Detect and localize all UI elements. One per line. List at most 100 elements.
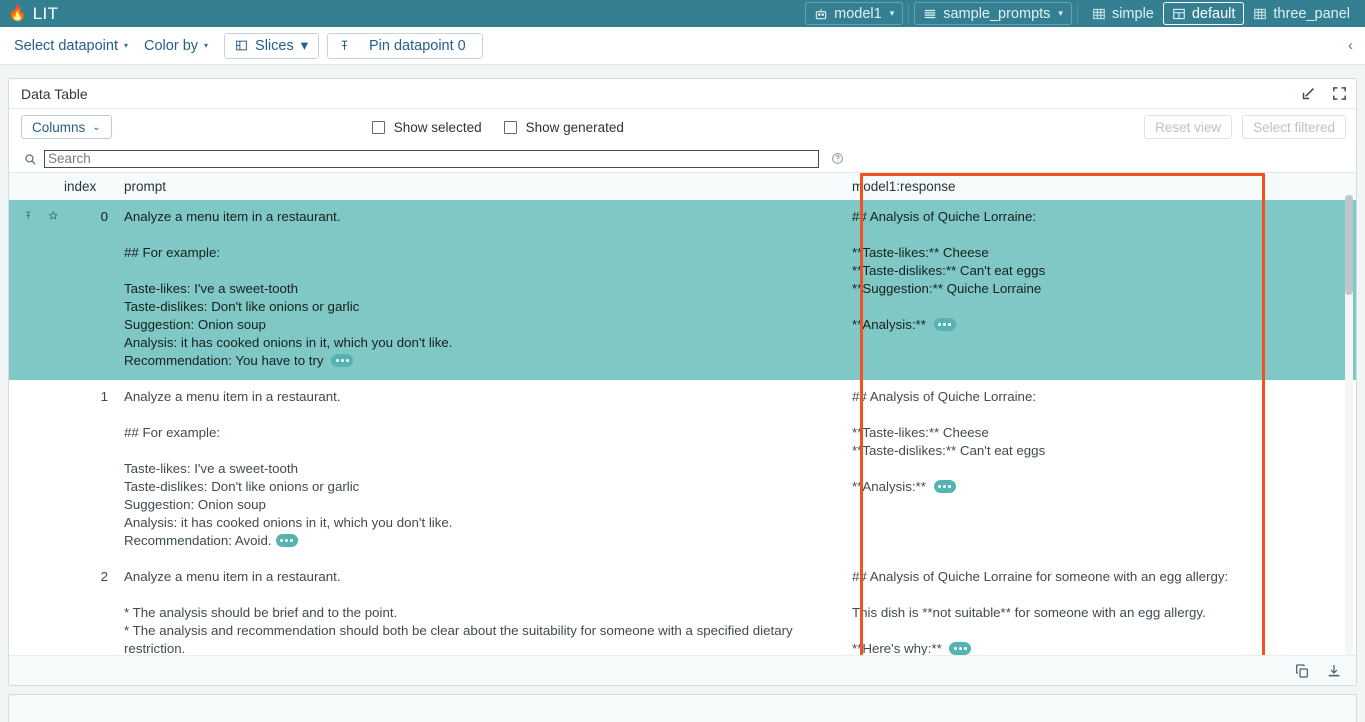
data-table-module: Data Table Columns ⌄ Show selected bbox=[8, 78, 1357, 686]
grid-icon bbox=[1253, 7, 1267, 21]
layout-tab-label: simple bbox=[1112, 6, 1154, 22]
chevron-down-icon: ▾ bbox=[301, 38, 308, 54]
slices-button[interactable]: Slices ▾ bbox=[224, 33, 319, 59]
expand-prompt-badge[interactable] bbox=[276, 534, 298, 547]
chevron-down-icon: ⌄ bbox=[92, 122, 100, 133]
show-selected-checkbox[interactable]: Show selected bbox=[372, 120, 482, 135]
data-table: index prompt model1:response bbox=[9, 173, 1356, 655]
show-selected-label: Show selected bbox=[394, 120, 482, 135]
layout-tab-default[interactable]: default bbox=[1163, 2, 1245, 25]
header-model1-response[interactable]: model1:response bbox=[852, 173, 1256, 200]
layout-tab-three-panel[interactable]: three_panel bbox=[1244, 2, 1359, 25]
row-response: ## Analysis of Quiche Lorraine: **Taste-… bbox=[852, 200, 1256, 380]
row-actions bbox=[9, 560, 64, 655]
response-text: ## Analysis of Quiche Lorraine: **Taste-… bbox=[852, 389, 1045, 494]
module-footer bbox=[9, 655, 1356, 685]
table-row[interactable]: 1 Analyze a menu item in a restaurant. #… bbox=[9, 380, 1356, 560]
header-spacer bbox=[1256, 173, 1356, 200]
appbar-controls: model1 ▾ sample_prompts ▾ simple bbox=[805, 0, 1359, 27]
search-input[interactable] bbox=[44, 150, 819, 168]
table-body: 0 Analyze a menu item in a restaurant. #… bbox=[9, 200, 1356, 655]
columns-button[interactable]: Columns ⌄ bbox=[21, 115, 112, 139]
main-toolbar: Select datapoint ▾ Color by ▾ Slices ▾ P… bbox=[0, 27, 1365, 65]
prompt-text: Analyze a menu item in a restaurant. ## … bbox=[124, 389, 453, 548]
pin-icon[interactable] bbox=[23, 208, 34, 223]
minimize-icon[interactable] bbox=[1300, 85, 1317, 102]
grid-icon bbox=[1092, 7, 1106, 21]
pin-datapoint-button[interactable]: Pin datapoint 0 bbox=[327, 33, 483, 59]
table-controls: Columns ⌄ Show selected Show generated R… bbox=[9, 109, 1356, 145]
dataset-selector[interactable]: sample_prompts ▾ bbox=[914, 2, 1072, 25]
model-selector[interactable]: model1 ▾ bbox=[805, 2, 903, 25]
row-spacer bbox=[1256, 380, 1356, 560]
row-spacer bbox=[1256, 200, 1356, 380]
row-actions bbox=[9, 380, 64, 560]
pin-icon bbox=[338, 39, 351, 52]
row-index: 1 bbox=[64, 380, 124, 560]
show-generated-label: Show generated bbox=[526, 120, 624, 135]
reset-view-button[interactable]: Reset view bbox=[1144, 115, 1232, 139]
module-header: Data Table bbox=[9, 79, 1356, 109]
prompt-text: Analyze a menu item in a restaurant. ## … bbox=[124, 209, 453, 368]
panel-icon bbox=[1172, 7, 1186, 21]
search-icon bbox=[23, 152, 37, 166]
table-actions: Reset view Select filtered bbox=[1144, 115, 1346, 139]
layout-tab-label: default bbox=[1192, 6, 1236, 22]
show-generated-checkbox[interactable]: Show generated bbox=[504, 120, 624, 135]
download-icon[interactable] bbox=[1326, 663, 1342, 679]
checkbox-box bbox=[372, 121, 385, 134]
help-icon[interactable] bbox=[831, 152, 844, 165]
header-prompt[interactable]: prompt bbox=[124, 173, 852, 200]
search-row bbox=[9, 145, 1356, 172]
select-datapoint-label: Select datapoint bbox=[14, 38, 118, 54]
module-title: Data Table bbox=[21, 86, 88, 102]
expand-response-badge[interactable] bbox=[949, 642, 971, 655]
fullscreen-icon[interactable] bbox=[1331, 85, 1348, 102]
table-row[interactable]: 2 Analyze a menu item in a restaurant. *… bbox=[9, 560, 1356, 655]
divider bbox=[1077, 3, 1078, 24]
layout-tab-simple[interactable]: simple bbox=[1083, 2, 1163, 25]
robot-icon bbox=[814, 7, 828, 21]
expand-response-badge[interactable] bbox=[934, 318, 956, 331]
row-actions bbox=[9, 200, 64, 380]
select-filtered-button[interactable]: Select filtered bbox=[1242, 115, 1346, 139]
row-prompt: Analyze a menu item in a restaurant. * T… bbox=[124, 560, 852, 655]
app-header: 🔥 LIT model1 ▾ sample_prompts ▾ bbox=[0, 0, 1365, 27]
layout-tab-label: three_panel bbox=[1273, 6, 1350, 22]
table-header: index prompt model1:response bbox=[9, 173, 1356, 200]
expand-response-badge[interactable] bbox=[934, 480, 956, 493]
select-filtered-label: Select filtered bbox=[1253, 120, 1335, 135]
star-icon[interactable] bbox=[48, 208, 59, 223]
header-index[interactable]: index bbox=[64, 173, 124, 200]
collapse-toolbar-button[interactable]: ‹ bbox=[1348, 37, 1355, 54]
table-filter-checkboxes: Show selected Show generated bbox=[372, 120, 624, 135]
select-datapoint-menu[interactable]: Select datapoint ▾ bbox=[6, 33, 136, 59]
row-spacer bbox=[1256, 560, 1356, 655]
checkbox-box bbox=[504, 121, 517, 134]
module-header-actions bbox=[1300, 85, 1348, 102]
row-index: 2 bbox=[64, 560, 124, 655]
reset-view-label: Reset view bbox=[1155, 120, 1221, 135]
app-title: LIT bbox=[33, 4, 59, 24]
slices-icon bbox=[235, 39, 248, 52]
row-response: ## Analysis of Quiche Lorraine: **Taste-… bbox=[852, 380, 1256, 560]
divider bbox=[908, 3, 909, 24]
response-text: ## Analysis of Quiche Lorraine: **Taste-… bbox=[852, 209, 1045, 332]
row-response: ## Analysis of Quiche Lorraine for someo… bbox=[852, 560, 1256, 655]
expand-prompt-badge[interactable] bbox=[331, 354, 353, 367]
chevron-down-icon: ▾ bbox=[890, 8, 895, 19]
columns-label: Columns bbox=[32, 120, 85, 135]
dataset-icon bbox=[923, 7, 937, 21]
chevron-down-icon: ▾ bbox=[1058, 8, 1063, 19]
chevron-down-icon: ▾ bbox=[204, 41, 208, 50]
copy-icon[interactable] bbox=[1294, 663, 1310, 679]
flame-icon: 🔥 bbox=[8, 6, 27, 21]
table-vertical-scrollbar[interactable] bbox=[1345, 195, 1353, 655]
model-selector-label: model1 bbox=[834, 6, 882, 22]
bottom-module-strip bbox=[8, 694, 1357, 722]
table-row[interactable]: 0 Analyze a menu item in a restaurant. #… bbox=[9, 200, 1356, 380]
color-by-label: Color by bbox=[144, 38, 198, 54]
color-by-menu[interactable]: Color by ▾ bbox=[136, 33, 216, 59]
row-index: 0 bbox=[64, 200, 124, 380]
scrollbar-thumb[interactable] bbox=[1345, 195, 1353, 295]
